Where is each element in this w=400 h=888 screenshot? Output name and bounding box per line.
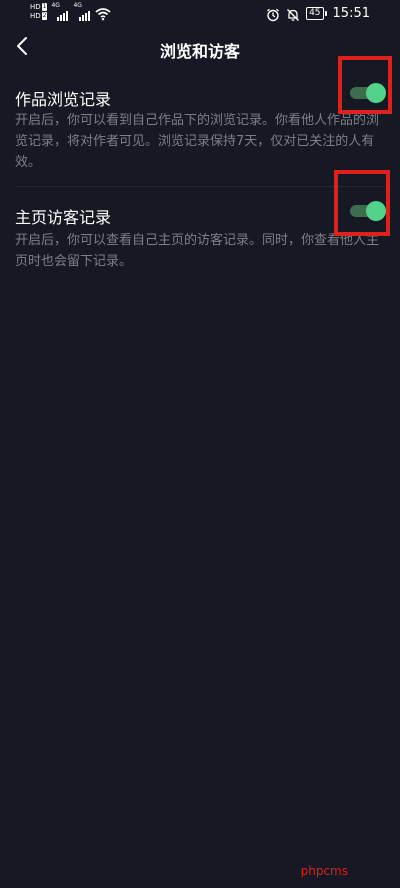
setting-description: 开启后，你可以看到自己作品下的浏览记录。你看他人作品的浏览记录，将对作者可见。浏…: [15, 113, 380, 170]
signal-icon: 4G: [51, 3, 69, 21]
setting-title: 主页访客记录: [15, 208, 112, 227]
hd-badge-2: HD 2: [30, 12, 48, 20]
watermark: phpcms: [300, 864, 348, 878]
signal-icon: 4G: [73, 3, 91, 21]
status-left: HD 1 HD 2 4G 4G: [30, 3, 112, 21]
setting-work-browse-record: 作品浏览记录 开启后，你可以看到自己作品下的浏览记录。你看他人作品的浏览记录，将…: [0, 56, 400, 184]
setting-homepage-visitor-record: 主页访客记录 开启后，你可以查看自己主页的访客记录。同时，你查看他人主页时也会留…: [0, 170, 400, 276]
homepage-visitor-toggle[interactable]: [350, 201, 386, 221]
wifi-icon: [95, 6, 112, 21]
mute-bell-icon: [286, 7, 300, 21]
status-bar: HD 1 HD 2 4G 4G 45 15:51: [0, 0, 400, 28]
hd-badge-1: HD 1: [30, 3, 48, 11]
status-time: 15:51: [332, 6, 370, 21]
divider: [15, 186, 385, 187]
status-right: 45 15:51: [266, 6, 370, 21]
setting-description: 开启后，你可以查看自己主页的访客记录。同时，你查看他人主页时也会留下记录。: [15, 233, 380, 269]
hd-indicators: HD 1 HD 2: [30, 3, 48, 20]
setting-title: 作品浏览记录: [15, 90, 112, 109]
privacy-browse-visitor-page: HD 1 HD 2 4G 4G 45 15:51 浏览和访客 作品浏览记录 开启…: [0, 0, 400, 888]
alarm-icon: [266, 7, 280, 21]
work-browse-toggle[interactable]: [350, 83, 386, 103]
battery-icon: 45: [306, 7, 327, 20]
